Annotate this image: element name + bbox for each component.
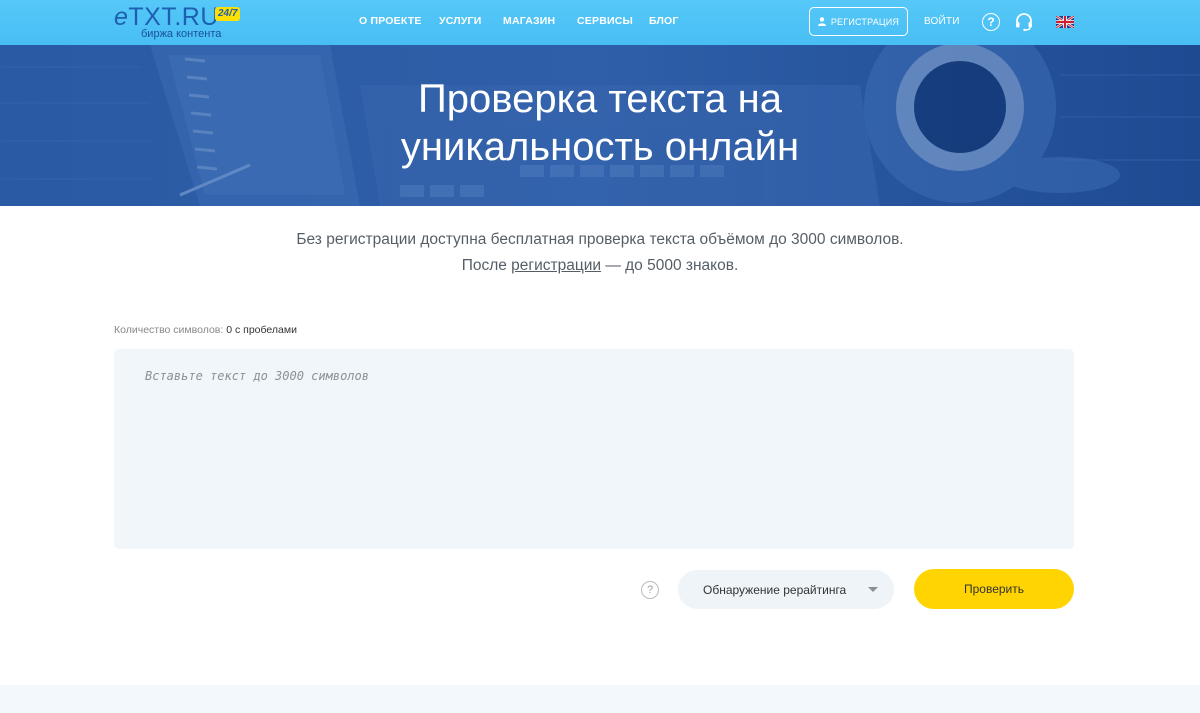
uk-flag-icon[interactable] bbox=[1056, 16, 1074, 28]
page-title: Проверка текста на уникальность онлайн bbox=[0, 75, 1200, 171]
top-header: eTXT.RU 24/7 биржа контента О ПРОЕКТЕ УС… bbox=[0, 0, 1200, 45]
intro-line-2-prefix: После bbox=[461, 257, 512, 274]
register-button-label: РЕГИСТРАЦИЯ bbox=[830, 16, 900, 27]
hero-banner: Проверка текста на уникальность онлайн bbox=[0, 45, 1200, 206]
login-link[interactable]: ВОЙТИ bbox=[924, 16, 960, 27]
intro-line-1: Без регистрации доступна бесплатная пров… bbox=[296, 231, 904, 248]
caret-down-icon bbox=[868, 587, 878, 592]
page-title-line-1: Проверка текста на bbox=[418, 77, 782, 121]
registration-link[interactable]: регистрации bbox=[511, 257, 601, 274]
nav-item-services[interactable]: УСЛУГИ bbox=[439, 15, 481, 27]
nav-item-blog[interactable]: БЛОГ bbox=[649, 15, 679, 27]
nav-item-tools[interactable]: СЕРВИСЫ bbox=[577, 15, 633, 27]
page-title-line-2: уникальность онлайн bbox=[400, 125, 800, 169]
intro-line-2: После регистрации — до 5000 знаков. bbox=[0, 253, 1200, 279]
check-button[interactable]: Проверить bbox=[914, 569, 1074, 609]
check-mode-selected-value: Обнаружение рерайтинга bbox=[703, 582, 847, 597]
character-counter: Количество символов: 0 с пробелами bbox=[114, 324, 297, 336]
character-counter-label: Количество символов: bbox=[114, 324, 227, 336]
user-icon bbox=[817, 17, 826, 26]
check-mode-select[interactable]: Обнаружение рерайтинга bbox=[678, 570, 894, 609]
intro-text: Без регистрации доступна бесплатная пров… bbox=[0, 227, 1200, 279]
question-circle-icon[interactable]: ? bbox=[982, 13, 1000, 31]
character-counter-value: 0 с пробелами bbox=[226, 324, 297, 336]
help-icon[interactable]: ? bbox=[641, 581, 659, 599]
register-button[interactable]: РЕГИСТРАЦИЯ bbox=[809, 7, 908, 36]
nav-item-shop[interactable]: МАГАЗИН bbox=[503, 15, 555, 27]
nav-item-about[interactable]: О ПРОЕКТЕ bbox=[359, 15, 422, 27]
text-input-area[interactable] bbox=[114, 349, 1074, 549]
headset-icon[interactable] bbox=[1014, 12, 1034, 32]
footer-band bbox=[0, 685, 1200, 713]
intro-line-2-suffix: — до 5000 знаков. bbox=[601, 257, 739, 274]
